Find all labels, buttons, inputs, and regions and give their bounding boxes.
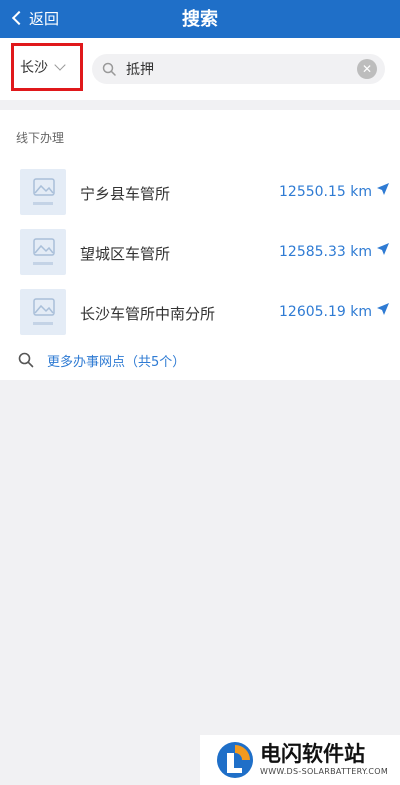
more-sites-link[interactable]: 更多办事网点（共5个）	[18, 350, 185, 370]
site-name: 长沙车管所中南分所	[80, 305, 216, 323]
image-placeholder-icon	[20, 169, 66, 215]
clear-icon[interactable]: ✕	[357, 59, 377, 79]
image-placeholder-icon	[20, 229, 66, 275]
image-placeholder-icon	[20, 289, 66, 335]
site-name: 宁乡县车管所	[80, 185, 171, 203]
watermark-name: 电闪软件站	[260, 742, 365, 766]
top-bar: 返回 搜索	[0, 0, 400, 38]
site-logo	[217, 742, 253, 778]
search-input[interactable]	[126, 61, 326, 77]
page-title: 搜索	[182, 9, 218, 30]
watermark-url: WWW.DS-SOLARBATTERY.COM	[260, 767, 389, 776]
dropdown-chevron-icon	[54, 59, 66, 71]
list-item[interactable]: 宁乡县车管所 12550.15 km	[0, 165, 400, 225]
site-distance: 12550.15 km	[279, 184, 372, 200]
results-panel: 线下办理 宁乡县车管所 12550.15 km 望城区车管所 12585.33 …	[0, 110, 400, 380]
more-sites-label: 更多办事网点（共5个）	[47, 354, 186, 370]
section-title: 线下办理	[16, 131, 65, 145]
watermark: 电闪软件站 WWW.DS-SOLARBATTERY.COM	[200, 735, 400, 785]
city-selector[interactable]: 长沙	[11, 43, 83, 91]
site-distance: 12585.33 km	[279, 244, 372, 260]
city-label: 长沙	[20, 60, 48, 76]
search-bar: 长沙 ✕	[0, 38, 400, 100]
navigate-arrow-icon[interactable]	[376, 242, 390, 256]
search-icon	[18, 352, 34, 368]
navigate-arrow-icon[interactable]	[376, 302, 390, 316]
navigate-arrow-icon[interactable]	[376, 182, 390, 196]
site-name: 望城区车管所	[80, 245, 171, 263]
list-item[interactable]: 长沙车管所中南分所 12605.19 km	[0, 285, 400, 345]
site-distance: 12605.19 km	[279, 304, 372, 320]
search-box[interactable]: ✕	[92, 54, 385, 84]
search-icon	[102, 62, 116, 76]
list-item[interactable]: 望城区车管所 12585.33 km	[0, 225, 400, 285]
